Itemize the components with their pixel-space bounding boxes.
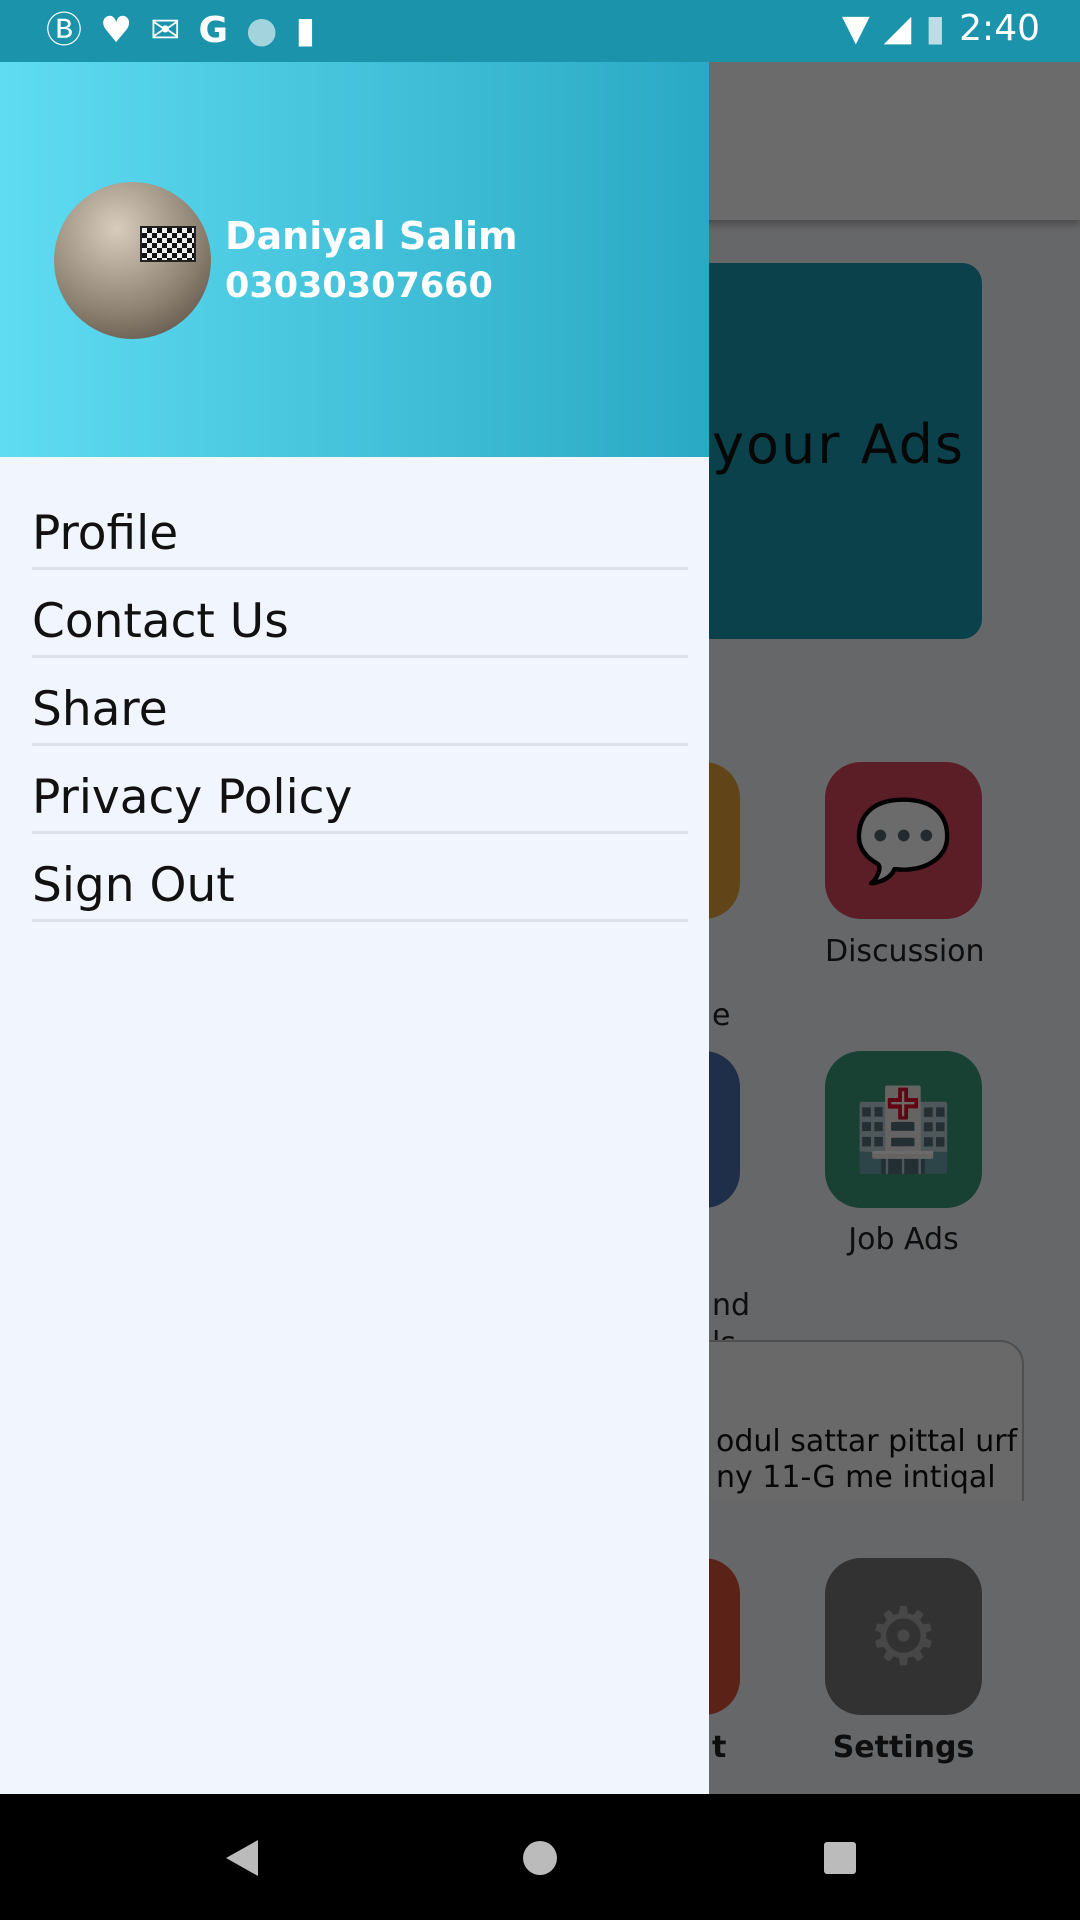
menu-item-profile[interactable]: Profile [32,482,688,570]
menu-item-contact-us[interactable]: Contact Us [32,570,688,658]
user-phone: 03030307660 [225,266,493,306]
loading-icon: ● [246,10,278,51]
battery-charging-icon: ▮ [925,8,946,49]
google-icon: G [198,10,229,51]
sd-card-icon: ▮ [295,10,316,51]
building-icon: 🏥 [853,1082,954,1176]
news-line: odul sattar pittal urf [716,1424,1018,1459]
back-icon[interactable] [222,1836,262,1880]
menu-item-share[interactable]: Share [32,658,688,746]
heart-icon: ♥ [100,10,133,51]
tile-job-ads[interactable]: 🏥 [825,1051,982,1208]
navigation-bar [0,1794,1080,1920]
menu-item-sign-out[interactable]: Sign Out [32,834,688,922]
clock: 2:40 [959,8,1040,49]
home-icon[interactable] [520,1836,560,1880]
avatar[interactable] [54,182,211,339]
tile-label: Discussion [825,934,985,969]
gmail-icon: ✉ [150,10,181,51]
drawer-menu: Profile Contact Us Share Privacy Policy … [32,482,688,922]
navigation-drawer: Daniyal Salim 03030307660 Profile Contac… [0,62,709,1794]
tile-label: Settings [832,1730,975,1765]
tile-discussion[interactable]: 💬 [825,762,982,919]
user-name: Daniyal Salim [225,214,518,258]
tile-label: e [712,998,731,1033]
gear-icon: ⚙ [867,1590,940,1683]
banner-text: your Ads [712,413,965,476]
status-bar: Ⓑ ♥ ✉ G ● ▮ ▼ ◢ ▮ 2:40 [0,0,1080,62]
news-line: ny 11-G me intiqal [716,1460,996,1495]
chat-bubbles-icon: 💬 [853,793,954,887]
whatsapp-business-icon: Ⓑ [46,10,83,51]
tile-settings[interactable]: ⚙ [825,1558,982,1715]
wifi-icon: ▼ [841,8,870,49]
menu-item-privacy-policy[interactable]: Privacy Policy [32,746,688,834]
tile-label: t [712,1730,727,1765]
recents-icon[interactable] [820,1836,860,1880]
tile-label: Job Ads [848,1222,959,1257]
drawer-header: Daniyal Salim 03030307660 [0,62,709,457]
signal-icon: ◢ [883,8,912,49]
